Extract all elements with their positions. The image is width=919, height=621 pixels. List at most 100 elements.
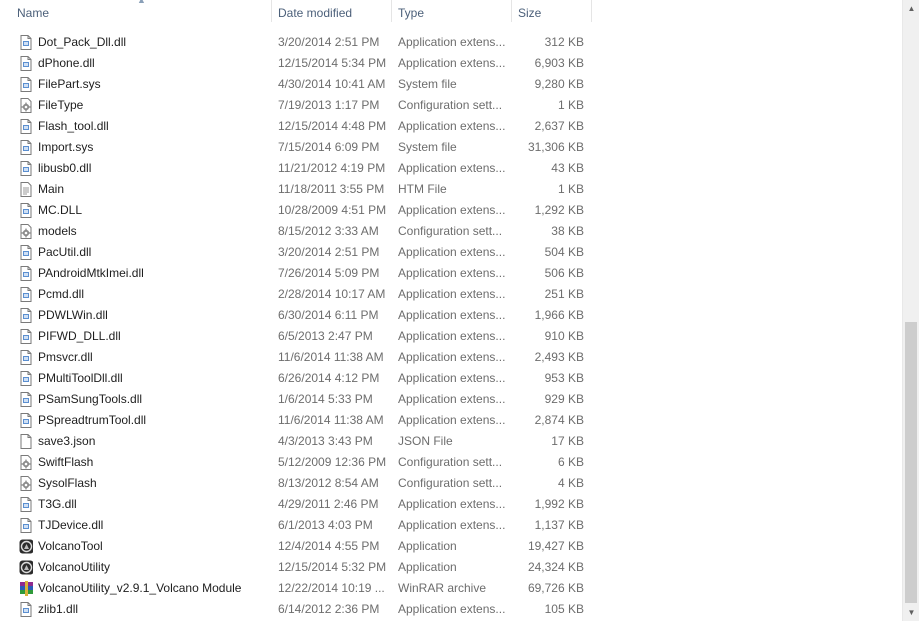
file-size: 24,324 KB: [527, 560, 584, 574]
scroll-down-arrow-icon[interactable]: ▼: [903, 604, 919, 621]
dll-file-icon: [19, 287, 33, 302]
column-header-date-modified[interactable]: Date modified: [272, 0, 392, 22]
file-row[interactable]: Pcmd.dll 2/28/2014 10:17 AM Application ex…: [0, 284, 902, 305]
file-date-modified: 4/30/2014 10:41 AM: [278, 77, 386, 91]
dll-file-icon: [19, 119, 33, 134]
file-row[interactable]: PDWLWin.dll 6/30/2014 6:11 PM Application …: [0, 305, 902, 326]
config-file-icon: [19, 476, 33, 491]
file-type: Application extens...: [398, 602, 506, 616]
file-date-modified: 6/26/2014 4:12 PM: [278, 371, 380, 385]
file-date-modified: 3/20/2014 2:51 PM: [278, 35, 380, 49]
file-size: 1,137 KB: [534, 518, 584, 532]
file-name: PMultiToolDll.dll: [38, 371, 123, 385]
file-row[interactable]: SysolFlash 8/13/2012 8:54 AM Configuration…: [0, 473, 902, 494]
file-row[interactable]: save3.json 4/3/2013 3:43 PM JSON File 17 KB: [0, 431, 902, 452]
file-date-modified: 11/21/2012 4:19 PM: [278, 161, 386, 175]
file-size: 38 KB: [551, 224, 584, 238]
file-row[interactable]: T3G.dll 4/29/2011 2:46 PM Application exte…: [0, 494, 902, 515]
file-name: libusb0.dll: [38, 161, 92, 175]
file-row[interactable]: Pmsvcr.dll 11/6/2014 11:38 AM Application …: [0, 347, 902, 368]
file-size: 2,874 KB: [534, 413, 584, 427]
file-row[interactable]: Main 11/18/2011 3:55 PM HTM File 1 KB: [0, 179, 902, 200]
dll-file-icon: [19, 56, 33, 71]
file-size: 2,493 KB: [534, 350, 584, 364]
file-name: save3.json: [38, 434, 96, 448]
file-type: Application extens...: [398, 245, 506, 259]
scrollbar-thumb[interactable]: [905, 322, 917, 603]
file-date-modified: 12/15/2014 4:48 PM: [278, 119, 387, 133]
file-row[interactable]: FilePart.sys 4/30/2014 10:41 AM System fil…: [0, 74, 902, 95]
blank-file-icon: [19, 434, 33, 449]
volcano-app-icon: [19, 539, 33, 554]
file-date-modified: 4/3/2013 3:43 PM: [278, 434, 373, 448]
file-list: Dot_Pack_Dll.dll 3/20/2014 2:51 PM Applica…: [0, 10, 902, 621]
dll-file-icon: [19, 35, 33, 50]
vertical-scrollbar[interactable]: ▲ ▼: [902, 0, 919, 621]
file-row[interactable]: PMultiToolDll.dll 6/26/2014 4:12 PM Applic…: [0, 368, 902, 389]
file-type: Application extens...: [398, 329, 506, 343]
dll-file-icon: [19, 392, 33, 407]
scroll-up-arrow-icon[interactable]: ▲: [903, 0, 919, 17]
file-type: System file: [398, 77, 457, 91]
file-date-modified: 4/29/2011 2:46 PM: [278, 497, 379, 511]
file-name: PDWLWin.dll: [38, 308, 108, 322]
file-name: Pcmd.dll: [38, 287, 85, 301]
file-date-modified: 2/28/2014 10:17 AM: [278, 287, 386, 301]
file-row[interactable]: VolcanoTool 12/4/2014 4:55 PM Application 1…: [0, 536, 902, 557]
file-type: Application extens...: [398, 497, 506, 511]
dll-file-icon: [19, 497, 33, 512]
file-row[interactable]: Import.sys 7/15/2014 6:09 PM System file 31…: [0, 137, 902, 158]
column-header-size-label: Size: [518, 6, 542, 20]
file-row[interactable]: PSpreadtrumTool.dll 11/6/2014 11:38 AM App…: [0, 410, 902, 431]
file-date-modified: 6/1/2013 4:03 PM: [278, 518, 373, 532]
file-type: Application extens...: [398, 413, 506, 427]
file-type: Application extens...: [398, 308, 506, 322]
file-type: Application extens...: [398, 56, 506, 70]
dll-file-icon: [19, 308, 33, 323]
file-row[interactable]: PSamSungTools.dll 1/6/2014 5:33 PM Applica…: [0, 389, 902, 410]
file-row[interactable]: PacUtil.dll 3/20/2014 2:51 PM Application …: [0, 242, 902, 263]
file-size: 43 KB: [551, 161, 584, 175]
dll-file-icon: [19, 602, 33, 617]
file-type: Application extens...: [398, 371, 506, 385]
file-row[interactable]: SwiftFlash 5/12/2009 12:36 PM Configuratio…: [0, 452, 902, 473]
file-size: 19,427 KB: [527, 539, 584, 553]
file-date-modified: 6/30/2014 6:11 PM: [278, 308, 379, 322]
file-type: Configuration sett...: [398, 98, 503, 112]
file-name: Dot_Pack_Dll.dll: [38, 35, 127, 49]
file-size: 251 KB: [544, 287, 584, 301]
file-type: Application extens...: [398, 119, 506, 133]
column-header-name[interactable]: Name ▲: [0, 0, 272, 22]
config-file-icon: [19, 98, 33, 113]
file-type: Application extens...: [398, 203, 506, 217]
column-header-size[interactable]: Size: [512, 0, 592, 22]
file-name: SwiftFlash: [38, 455, 94, 469]
file-row[interactable]: PAndroidMtkImei.dll 7/26/2014 5:09 PM Appl…: [0, 263, 902, 284]
file-row[interactable]: VolcanoUtility 12/15/2014 5:32 PM Applicat…: [0, 557, 902, 578]
file-row[interactable]: libusb0.dll 11/21/2012 4:19 PM Application…: [0, 158, 902, 179]
file-row[interactable]: Flash_tool.dll 12/15/2014 4:48 PM Applicat…: [0, 116, 902, 137]
file-date-modified: 7/19/2013 1:17 PM: [278, 98, 380, 112]
file-row[interactable]: TJDevice.dll 6/1/2013 4:03 PM Application …: [0, 515, 902, 536]
file-name: Flash_tool.dll: [38, 119, 109, 133]
file-row[interactable]: PIFWD_DLL.dll 6/5/2013 2:47 PM Application…: [0, 326, 902, 347]
file-date-modified: 8/15/2012 3:33 AM: [278, 224, 379, 238]
column-header-type[interactable]: Type: [392, 0, 512, 22]
document-file-icon: [19, 182, 33, 197]
file-row[interactable]: MC.DLL 10/28/2009 4:51 PM Application exte…: [0, 200, 902, 221]
file-name: VolcanoUtility: [38, 560, 111, 574]
file-type: Application: [398, 539, 457, 553]
file-row[interactable]: Dot_Pack_Dll.dll 3/20/2014 2:51 PM Applica…: [0, 32, 902, 53]
file-row[interactable]: models 8/15/2012 3:33 AM Configuration set…: [0, 221, 902, 242]
file-date-modified: 12/4/2014 4:55 PM: [278, 539, 380, 553]
dll-file-icon: [19, 77, 33, 92]
file-date-modified: 12/22/2014 10:19 ...: [278, 581, 385, 595]
file-name: Pmsvcr.dll: [38, 350, 93, 364]
config-file-icon: [19, 455, 33, 470]
file-date-modified: 6/5/2013 2:47 PM: [278, 329, 373, 343]
file-row[interactable]: FileType 7/19/2013 1:17 PM Configuration s…: [0, 95, 902, 116]
column-header-bar: Name ▲ Date modified Type Size: [0, 0, 902, 22]
file-row[interactable]: zlib1.dll 6/14/2012 2:36 PM Application ex…: [0, 599, 902, 620]
file-row[interactable]: dPhone.dll 12/15/2014 5:34 PM Application …: [0, 53, 902, 74]
file-row[interactable]: VolcanoUtility_v2.9.1_Volcano Module 12/2…: [0, 578, 902, 599]
